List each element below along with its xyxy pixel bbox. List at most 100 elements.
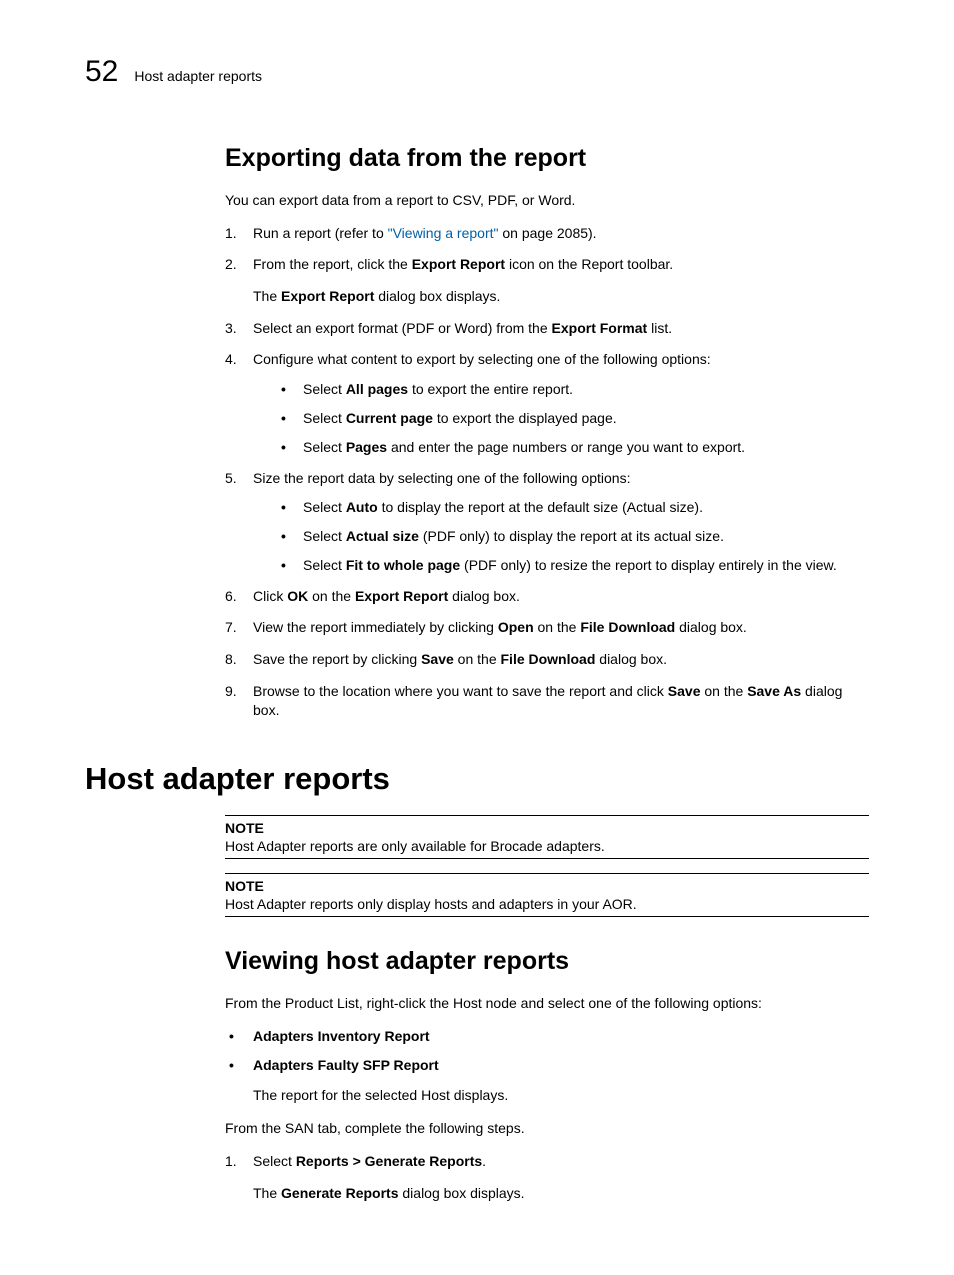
section-exporting: Exporting data from the report You can e… bbox=[225, 144, 869, 721]
text: to export the entire report. bbox=[408, 381, 573, 397]
text: on the bbox=[308, 588, 355, 604]
note-label: NOTE bbox=[225, 878, 869, 894]
options-list: Adapters Inventory Report Adapters Fault… bbox=[225, 1027, 869, 1106]
link-viewing-a-report[interactable]: "Viewing a report" bbox=[388, 225, 499, 241]
text: on page 2085). bbox=[498, 225, 596, 241]
text: Select bbox=[253, 1153, 296, 1169]
step-marker: 3. bbox=[225, 319, 237, 339]
sub-bullets: Select Auto to display the report at the… bbox=[281, 498, 869, 575]
heading-host-adapter-reports: Host adapter reports bbox=[85, 761, 869, 797]
text: Select bbox=[303, 499, 346, 515]
heading-exporting: Exporting data from the report bbox=[225, 144, 869, 173]
text: on the bbox=[700, 683, 747, 699]
sub-bullets: Select All pages to export the entire re… bbox=[281, 380, 869, 457]
text: Configure what content to export by sele… bbox=[253, 351, 711, 367]
text: icon on the Report toolbar. bbox=[505, 256, 673, 272]
step-1: 1. Run a report (refer to "Viewing a rep… bbox=[225, 224, 869, 244]
running-head: 52 Host adapter reports bbox=[85, 55, 869, 89]
bold: Export Report bbox=[412, 256, 505, 272]
step-1: 1. Select Reports > Generate Reports. Th… bbox=[225, 1152, 869, 1203]
text: Select bbox=[303, 410, 346, 426]
step-6: 6. Click OK on the Export Report dialog … bbox=[225, 587, 869, 607]
note-block-1: NOTE Host Adapter reports are only avail… bbox=[225, 815, 869, 859]
text: Select an export format (PDF or Word) fr… bbox=[253, 320, 552, 336]
text: dialog box displays. bbox=[374, 288, 500, 304]
note-label: NOTE bbox=[225, 820, 869, 836]
paragraph: From the SAN tab, complete the following… bbox=[225, 1119, 869, 1138]
text: dialog box. bbox=[595, 651, 667, 667]
text: Click bbox=[253, 588, 287, 604]
text: and enter the page numbers or range you … bbox=[387, 439, 745, 455]
bold: All pages bbox=[346, 381, 408, 397]
text: (PDF only) to resize the report to displ… bbox=[460, 557, 837, 573]
divider bbox=[225, 916, 869, 917]
section-host-adapter: NOTE Host Adapter reports are only avail… bbox=[225, 815, 869, 1204]
running-head-text: Host adapter reports bbox=[134, 68, 262, 84]
text: Run a report (refer to bbox=[253, 225, 388, 241]
step-marker: 4. bbox=[225, 350, 237, 370]
bold: Save bbox=[421, 651, 454, 667]
bold: Fit to whole page bbox=[346, 557, 460, 573]
page-number: 52 bbox=[85, 55, 118, 89]
list-item: Select Actual size (PDF only) to display… bbox=[281, 527, 869, 546]
step-marker: 2. bbox=[225, 255, 237, 275]
step-4: 4. Configure what content to export by s… bbox=[225, 350, 869, 456]
step-9: 9. Browse to the location where you want… bbox=[225, 682, 869, 721]
substep: The report for the selected Host display… bbox=[253, 1086, 869, 1105]
bold: Save bbox=[668, 683, 701, 699]
bold: Adapters Faulty SFP Report bbox=[253, 1057, 439, 1073]
text: From the report, click the bbox=[253, 256, 412, 272]
steps-list: 1. Run a report (refer to "Viewing a rep… bbox=[225, 224, 869, 721]
list-item: Select Pages and enter the page numbers … bbox=[281, 438, 869, 457]
bold: OK bbox=[287, 588, 308, 604]
bold: Reports > Generate Reports bbox=[296, 1153, 482, 1169]
text: to export the displayed page. bbox=[433, 410, 617, 426]
divider bbox=[225, 815, 869, 816]
bold: Export Format bbox=[552, 320, 648, 336]
bold: Export Report bbox=[355, 588, 448, 604]
bold: Save As bbox=[747, 683, 801, 699]
step-marker: 9. bbox=[225, 682, 237, 702]
step-2: 2. From the report, click the Export Rep… bbox=[225, 255, 869, 306]
step-7: 7. View the report immediately by clicki… bbox=[225, 618, 869, 638]
step-marker: 7. bbox=[225, 618, 237, 638]
text: dialog box displays. bbox=[399, 1185, 525, 1201]
list-item: Select All pages to export the entire re… bbox=[281, 380, 869, 399]
text: Save the report by clicking bbox=[253, 651, 421, 667]
bold: Pages bbox=[346, 439, 387, 455]
text: Select bbox=[303, 557, 346, 573]
list-item: Select Auto to display the report at the… bbox=[281, 498, 869, 517]
divider bbox=[225, 858, 869, 859]
step-marker: 1. bbox=[225, 1152, 237, 1172]
bold: File Download bbox=[501, 651, 596, 667]
note-block-2: NOTE Host Adapter reports only display h… bbox=[225, 873, 869, 917]
text: . bbox=[482, 1153, 486, 1169]
note-text: Host Adapter reports only display hosts … bbox=[225, 896, 869, 912]
bold: Adapters Inventory Report bbox=[253, 1028, 430, 1044]
note-text: Host Adapter reports are only available … bbox=[225, 838, 869, 854]
text: Select bbox=[303, 381, 346, 397]
step-marker: 1. bbox=[225, 224, 237, 244]
step-5: 5. Size the report data by selecting one… bbox=[225, 469, 869, 575]
step-8: 8. Save the report by clicking Save on t… bbox=[225, 650, 869, 670]
bold: File Download bbox=[580, 619, 675, 635]
text: (PDF only) to display the report at its … bbox=[419, 528, 724, 544]
bold: Current page bbox=[346, 410, 433, 426]
text: Select bbox=[303, 439, 346, 455]
step-marker: 5. bbox=[225, 469, 237, 489]
divider bbox=[225, 873, 869, 874]
text: Select bbox=[303, 528, 346, 544]
bold: Generate Reports bbox=[281, 1185, 398, 1201]
page: 52 Host adapter reports Exporting data f… bbox=[0, 0, 954, 1275]
step-3: 3. Select an export format (PDF or Word)… bbox=[225, 319, 869, 339]
text: dialog box. bbox=[448, 588, 520, 604]
list-item: Adapters Inventory Report bbox=[225, 1027, 869, 1046]
text: dialog box. bbox=[675, 619, 747, 635]
list-item: Select Fit to whole page (PDF only) to r… bbox=[281, 556, 869, 575]
text: on the bbox=[534, 619, 581, 635]
steps-list-2: 1. Select Reports > Generate Reports. Th… bbox=[225, 1152, 869, 1203]
substep: The Generate Reports dialog box displays… bbox=[253, 1184, 869, 1204]
text: The bbox=[253, 1185, 281, 1201]
list-item: Adapters Faulty SFP Report The report fo… bbox=[225, 1056, 869, 1106]
text: on the bbox=[454, 651, 501, 667]
